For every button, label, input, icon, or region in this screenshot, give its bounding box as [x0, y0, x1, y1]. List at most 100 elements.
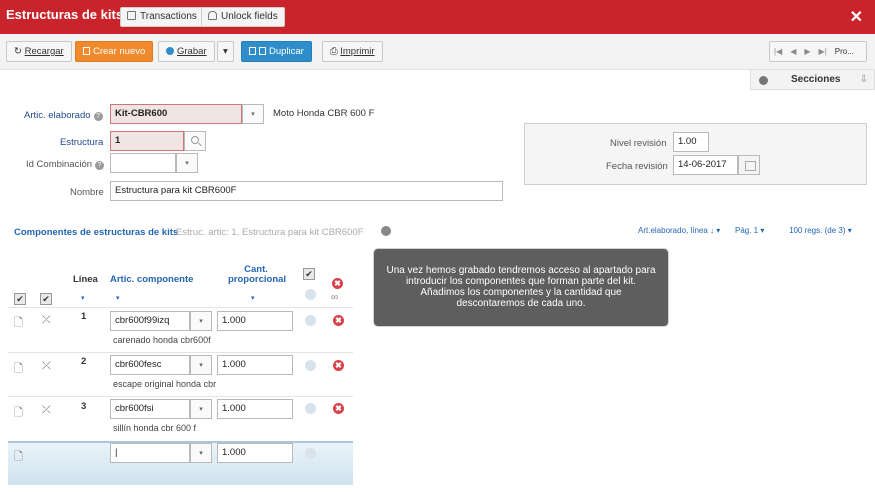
row-articulo-dropdown[interactable]: ▾: [190, 399, 212, 419]
expand-icon: [759, 76, 768, 85]
crear-nuevo-label: Crear nuevo: [93, 46, 146, 57]
record-navigator: |◀ ◀ ▶ ▶| Pro...: [769, 41, 867, 62]
document-icon[interactable]: 🗋: [14, 448, 23, 467]
title-bar: Estructuras de kits Transactions Unlock …: [0, 0, 875, 34]
recargar-label: Recargar: [24, 46, 64, 57]
sort-cant-icon[interactable]: ▾: [251, 294, 255, 302]
id-combinacion-text: Id Combinación: [26, 159, 93, 170]
link-icon[interactable]: ⤫: [42, 360, 51, 373]
transactions-icon: [127, 11, 136, 20]
help-icon[interactable]: ?: [93, 112, 103, 121]
row-description: escape original honda cbr: [113, 379, 216, 389]
row-articulo-input[interactable]: cbr600fesc: [110, 355, 190, 375]
sort-artic-icon[interactable]: ▾: [116, 294, 120, 302]
select-checkbox-2[interactable]: ✔: [40, 293, 52, 305]
crear-nuevo-button[interactable]: Crear nuevo: [75, 41, 154, 62]
status-circle-icon: [305, 360, 316, 371]
close-icon[interactable]: ✕: [850, 7, 863, 27]
artic-elaborado-label: Artic. elaborado?: [24, 110, 103, 121]
transactions-button[interactable]: Transactions: [120, 7, 204, 27]
imprimir-label: Imprimir: [340, 46, 375, 57]
chevron-down-icon: ▾: [223, 46, 228, 57]
artic-elaborado-dropdown[interactable]: ▾: [242, 104, 264, 124]
new-row-articulo-dropdown[interactable]: ▾: [190, 443, 212, 463]
artic-elaborado-input[interactable]: Kit-CBR600: [110, 104, 242, 124]
delete-row-icon[interactable]: ✖: [333, 403, 344, 414]
select-all-checkbox[interactable]: ✔: [303, 268, 315, 280]
grabar-label: Grabar: [177, 46, 207, 57]
row-description: carenado honda cbr600f: [113, 335, 211, 345]
pro-select[interactable]: Pro...: [831, 47, 858, 56]
grid-subtitle: Estruc. artic: 1, Estructura para kit CB…: [176, 227, 364, 238]
secciones-panel[interactable]: Secciones ⇩: [750, 70, 875, 90]
delete-header-icon[interactable]: ✖: [332, 278, 343, 289]
row-articulo-dropdown[interactable]: ▾: [190, 311, 212, 331]
estructura-input[interactable]: 1: [110, 131, 184, 151]
row-cantidad-input[interactable]: 1.000: [217, 355, 293, 375]
grabar-button[interactable]: Grabar: [158, 41, 215, 62]
estructura-label: Estructura: [60, 137, 104, 148]
document-icon[interactable]: 🗋: [14, 360, 23, 379]
recargar-button[interactable]: ↻ Recargar: [6, 41, 72, 62]
row-separator: [8, 396, 353, 397]
nombre-input[interactable]: Estructura para kit CBR600F: [110, 181, 503, 201]
new-document-icon: [83, 47, 90, 55]
sort-linea-icon[interactable]: ▾: [81, 294, 85, 302]
grabar-dropdown[interactable]: ▾: [217, 41, 234, 62]
row-linea: 2: [81, 356, 87, 367]
copy-icon-2: [259, 47, 266, 55]
artic-elaborado-text: Artic. elaborado: [24, 110, 91, 121]
column-header-linea[interactable]: Línea: [73, 274, 98, 285]
transactions-label: Transactions: [140, 11, 197, 22]
duplicar-label: Duplicar: [269, 46, 304, 57]
secciones-label: Secciones: [791, 74, 841, 85]
row-linea: 1: [81, 311, 87, 322]
column-header-artic-componente[interactable]: Artic. componente: [110, 274, 193, 285]
unlock-fields-label: Unlock fields: [221, 11, 278, 22]
id-combinacion-input[interactable]: [110, 153, 176, 173]
document-icon[interactable]: 🗋: [14, 404, 23, 423]
imprimir-button[interactable]: ⎙ Imprimir: [322, 41, 383, 62]
fecha-revision-input[interactable]: 14-06-2017: [673, 155, 738, 175]
refresh-icon: ↻: [14, 46, 25, 57]
unlock-fields-button[interactable]: Unlock fields: [201, 7, 285, 27]
add-icon[interactable]: [381, 226, 391, 236]
row-articulo-input[interactable]: cbr600f99izq: [110, 311, 190, 331]
row-articulo-input[interactable]: cbr600fsi: [110, 399, 190, 419]
last-record-icon[interactable]: ▶|: [815, 47, 831, 56]
column-header-proporcional[interactable]: proporcional: [228, 274, 286, 285]
document-icon[interactable]: 🗋: [14, 314, 23, 333]
delete-row-icon[interactable]: ✖: [333, 360, 344, 371]
first-record-icon[interactable]: |◀: [770, 47, 786, 56]
calendar-icon[interactable]: [738, 155, 760, 175]
new-row-articulo-input[interactable]: |: [110, 443, 190, 463]
row-cantidad-input[interactable]: 1.000: [217, 311, 293, 331]
printer-icon: ⎙: [330, 46, 341, 57]
select-checkbox-1[interactable]: ✔: [14, 293, 26, 305]
link-icon[interactable]: ⤫: [42, 404, 51, 417]
lock-icon: [208, 11, 217, 20]
page-selector[interactable]: Pág. 1 ▾: [735, 226, 764, 235]
nivel-revision-input[interactable]: 1.00: [673, 132, 709, 152]
copy-icon: [249, 47, 256, 55]
arrow-down-icon: ⇩: [859, 74, 868, 85]
link-icon[interactable]: ⤫: [42, 314, 51, 327]
duplicar-button[interactable]: Duplicar: [241, 41, 312, 62]
next-record-icon[interactable]: ▶: [800, 47, 814, 56]
search-icon[interactable]: [184, 131, 206, 151]
row-cantidad-input[interactable]: 1.000: [217, 399, 293, 419]
nivel-revision-label: Nivel revisión: [610, 138, 667, 149]
status-circle-icon: [305, 289, 316, 300]
new-row-cantidad-input[interactable]: 1.000: [217, 443, 293, 463]
row-separator: [8, 307, 353, 308]
id-combinacion-label: Id Combinación?: [26, 159, 105, 170]
prev-record-icon[interactable]: ◀: [786, 47, 800, 56]
row-separator: [8, 352, 353, 353]
delete-row-icon[interactable]: ✖: [333, 315, 344, 326]
row-articulo-dropdown[interactable]: ▾: [190, 355, 212, 375]
nombre-label: Nombre: [70, 187, 104, 198]
id-combinacion-dropdown[interactable]: ▾: [176, 153, 198, 173]
help-icon[interactable]: ?: [95, 161, 105, 170]
sort-selector[interactable]: Art.elaborado, línea ↓ ▾: [638, 226, 720, 235]
records-per-page-selector[interactable]: 100 regs. (de 3) ▾: [789, 226, 852, 235]
